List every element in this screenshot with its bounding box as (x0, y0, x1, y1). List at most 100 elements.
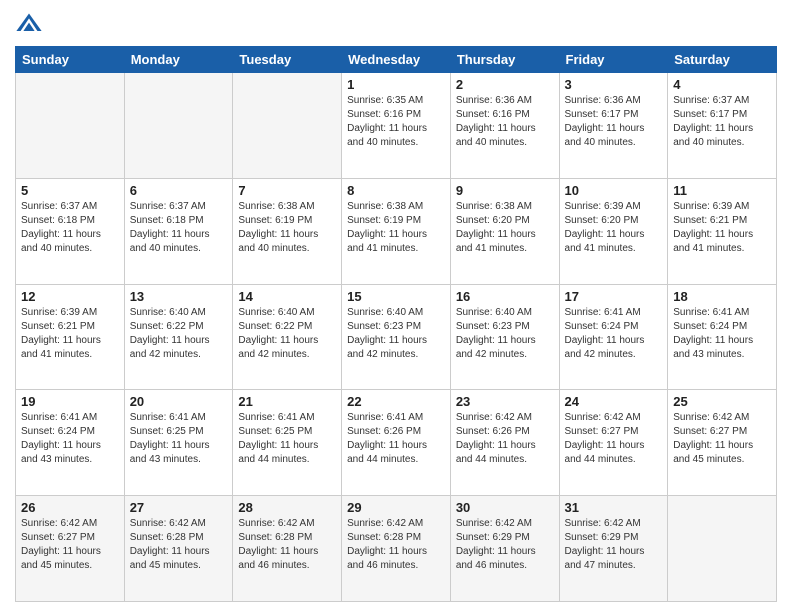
day-info: Sunrise: 6:36 AM Sunset: 6:17 PM Dayligh… (565, 94, 663, 150)
day-cell: 20 Sunrise: 6:41 AM Sunset: 6:25 PM Dayli… (124, 390, 233, 496)
day-cell: 31 Sunrise: 6:42 AM Sunset: 6:29 PM Dayli… (559, 496, 668, 602)
day-info: Sunrise: 6:40 AM Sunset: 6:22 PM Dayligh… (238, 306, 336, 362)
day-number: 16 (456, 289, 554, 304)
day-cell: 2 Sunrise: 6:36 AM Sunset: 6:16 PM Daylig… (450, 73, 559, 179)
day-cell: 11 Sunrise: 6:39 AM Sunset: 6:21 PM Dayli… (668, 178, 777, 284)
day-number: 31 (565, 500, 663, 515)
day-number: 20 (130, 394, 228, 409)
day-info: Sunrise: 6:39 AM Sunset: 6:20 PM Dayligh… (565, 200, 663, 256)
weekday-header-row: SundayMondayTuesdayWednesdayThursdayFrid… (16, 47, 777, 73)
day-number: 5 (21, 183, 119, 198)
day-cell: 5 Sunrise: 6:37 AM Sunset: 6:18 PM Daylig… (16, 178, 125, 284)
day-number: 1 (347, 77, 445, 92)
day-cell: 8 Sunrise: 6:38 AM Sunset: 6:19 PM Daylig… (342, 178, 451, 284)
day-number: 25 (673, 394, 771, 409)
day-number: 8 (347, 183, 445, 198)
day-cell: 26Sunrise: 6:42 AM Sunset: 6:27 PM Dayli… (16, 496, 125, 602)
day-cell: 29 Sunrise: 6:42 AM Sunset: 6:28 PM Dayli… (342, 496, 451, 602)
day-cell: 25 Sunrise: 6:42 AM Sunset: 6:27 PM Dayli… (668, 390, 777, 496)
day-number: 26 (21, 500, 119, 515)
day-number: 10 (565, 183, 663, 198)
day-cell: 28Sunrise: 6:42 AM Sunset: 6:28 PM Dayli… (233, 496, 342, 602)
day-info: Sunrise: 6:41 AM Sunset: 6:26 PM Dayligh… (347, 411, 445, 467)
day-cell (16, 73, 125, 179)
day-info: Sunrise: 6:42 AM Sunset: 6:26 PM Dayligh… (456, 411, 554, 467)
day-cell: 7 Sunrise: 6:38 AM Sunset: 6:19 PM Daylig… (233, 178, 342, 284)
day-number: 21 (238, 394, 336, 409)
day-cell: 4Sunrise: 6:37 AM Sunset: 6:17 PM Daylig… (668, 73, 777, 179)
day-cell: 21 Sunrise: 6:41 AM Sunset: 6:25 PM Dayli… (233, 390, 342, 496)
day-cell: 13 Sunrise: 6:40 AM Sunset: 6:22 PM Dayli… (124, 284, 233, 390)
day-number: 27 (130, 500, 228, 515)
day-number: 28 (238, 500, 336, 515)
week-row-2: 5 Sunrise: 6:37 AM Sunset: 6:18 PM Daylig… (16, 178, 777, 284)
weekday-header-monday: Monday (124, 47, 233, 73)
day-number: 14 (238, 289, 336, 304)
weekday-header-sunday: Sunday (16, 47, 125, 73)
day-cell (233, 73, 342, 179)
day-info: Sunrise: 6:42 AM Sunset: 6:27 PM Dayligh… (673, 411, 771, 467)
day-cell: 16 Sunrise: 6:40 AM Sunset: 6:23 PM Dayli… (450, 284, 559, 390)
week-row-4: 19Sunrise: 6:41 AM Sunset: 6:24 PM Dayli… (16, 390, 777, 496)
day-number: 30 (456, 500, 554, 515)
day-info: Sunrise: 6:41 AM Sunset: 6:24 PM Dayligh… (565, 306, 663, 362)
weekday-header-wednesday: Wednesday (342, 47, 451, 73)
page: SundayMondayTuesdayWednesdayThursdayFrid… (0, 0, 792, 612)
day-info: Sunrise: 6:39 AM Sunset: 6:21 PM Dayligh… (673, 200, 771, 256)
day-info: Sunrise: 6:38 AM Sunset: 6:20 PM Dayligh… (456, 200, 554, 256)
day-cell: 9 Sunrise: 6:38 AM Sunset: 6:20 PM Daylig… (450, 178, 559, 284)
day-info: Sunrise: 6:42 AM Sunset: 6:28 PM Dayligh… (347, 517, 445, 573)
day-info: Sunrise: 6:40 AM Sunset: 6:23 PM Dayligh… (456, 306, 554, 362)
weekday-header-friday: Friday (559, 47, 668, 73)
day-number: 7 (238, 183, 336, 198)
day-cell: 6 Sunrise: 6:37 AM Sunset: 6:18 PM Daylig… (124, 178, 233, 284)
day-info: Sunrise: 6:37 AM Sunset: 6:18 PM Dayligh… (130, 200, 228, 256)
day-info: Sunrise: 6:41 AM Sunset: 6:25 PM Dayligh… (238, 411, 336, 467)
logo (15, 10, 47, 38)
day-cell (668, 496, 777, 602)
day-info: Sunrise: 6:41 AM Sunset: 6:24 PM Dayligh… (673, 306, 771, 362)
day-number: 12 (21, 289, 119, 304)
day-info: Sunrise: 6:41 AM Sunset: 6:24 PM Dayligh… (21, 411, 119, 467)
day-info: Sunrise: 6:41 AM Sunset: 6:25 PM Dayligh… (130, 411, 228, 467)
weekday-header-tuesday: Tuesday (233, 47, 342, 73)
day-number: 13 (130, 289, 228, 304)
day-cell: 19Sunrise: 6:41 AM Sunset: 6:24 PM Dayli… (16, 390, 125, 496)
day-info: Sunrise: 6:38 AM Sunset: 6:19 PM Dayligh… (347, 200, 445, 256)
week-row-1: 1 Sunrise: 6:35 AM Sunset: 6:16 PM Daylig… (16, 73, 777, 179)
day-info: Sunrise: 6:35 AM Sunset: 6:16 PM Dayligh… (347, 94, 445, 150)
day-number: 11 (673, 183, 771, 198)
day-info: Sunrise: 6:38 AM Sunset: 6:19 PM Dayligh… (238, 200, 336, 256)
day-cell: 24Sunrise: 6:42 AM Sunset: 6:27 PM Dayli… (559, 390, 668, 496)
week-row-5: 26Sunrise: 6:42 AM Sunset: 6:27 PM Dayli… (16, 496, 777, 602)
day-info: Sunrise: 6:39 AM Sunset: 6:21 PM Dayligh… (21, 306, 119, 362)
day-cell (124, 73, 233, 179)
day-cell: 17Sunrise: 6:41 AM Sunset: 6:24 PM Dayli… (559, 284, 668, 390)
day-info: Sunrise: 6:40 AM Sunset: 6:22 PM Dayligh… (130, 306, 228, 362)
day-cell: 27Sunrise: 6:42 AM Sunset: 6:28 PM Dayli… (124, 496, 233, 602)
day-info: Sunrise: 6:42 AM Sunset: 6:29 PM Dayligh… (565, 517, 663, 573)
day-info: Sunrise: 6:37 AM Sunset: 6:17 PM Dayligh… (673, 94, 771, 150)
week-row-3: 12 Sunrise: 6:39 AM Sunset: 6:21 PM Dayli… (16, 284, 777, 390)
day-info: Sunrise: 6:36 AM Sunset: 6:16 PM Dayligh… (456, 94, 554, 150)
logo-icon (15, 10, 43, 38)
weekday-header-saturday: Saturday (668, 47, 777, 73)
day-cell: 12 Sunrise: 6:39 AM Sunset: 6:21 PM Dayli… (16, 284, 125, 390)
day-cell: 15Sunrise: 6:40 AM Sunset: 6:23 PM Dayli… (342, 284, 451, 390)
day-number: 6 (130, 183, 228, 198)
day-info: Sunrise: 6:42 AM Sunset: 6:29 PM Dayligh… (456, 517, 554, 573)
day-number: 9 (456, 183, 554, 198)
day-cell: 1 Sunrise: 6:35 AM Sunset: 6:16 PM Daylig… (342, 73, 451, 179)
day-number: 22 (347, 394, 445, 409)
day-number: 23 (456, 394, 554, 409)
day-cell: 30 Sunrise: 6:42 AM Sunset: 6:29 PM Dayli… (450, 496, 559, 602)
day-number: 2 (456, 77, 554, 92)
calendar-table: SundayMondayTuesdayWednesdayThursdayFrid… (15, 46, 777, 602)
weekday-header-thursday: Thursday (450, 47, 559, 73)
day-info: Sunrise: 6:40 AM Sunset: 6:23 PM Dayligh… (347, 306, 445, 362)
day-info: Sunrise: 6:37 AM Sunset: 6:18 PM Dayligh… (21, 200, 119, 256)
day-number: 29 (347, 500, 445, 515)
day-number: 3 (565, 77, 663, 92)
day-cell: 22 Sunrise: 6:41 AM Sunset: 6:26 PM Dayli… (342, 390, 451, 496)
header (15, 10, 777, 38)
